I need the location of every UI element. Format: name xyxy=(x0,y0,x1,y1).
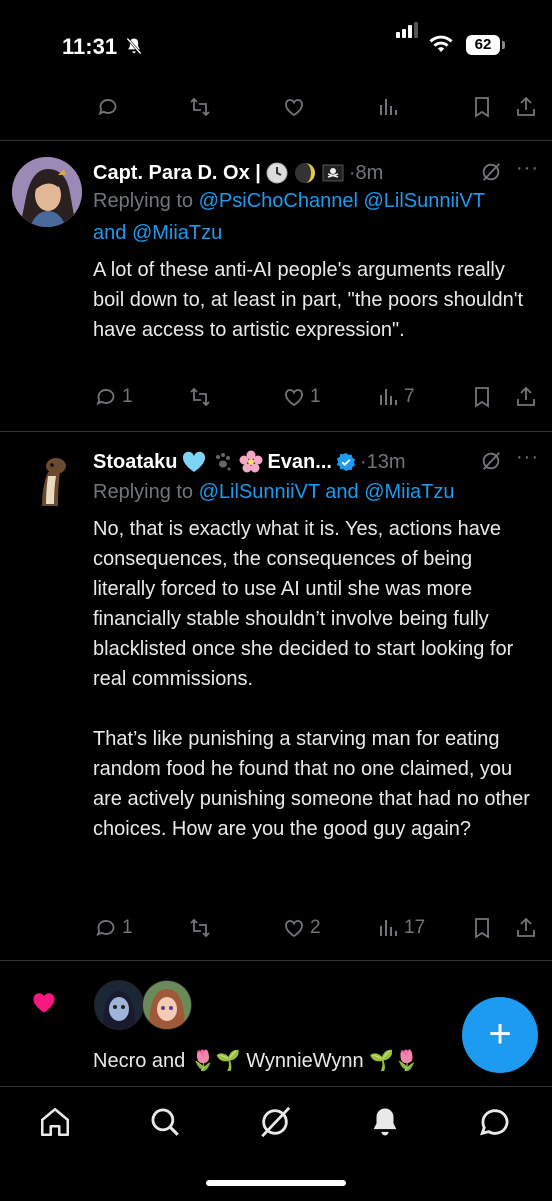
like-count: 1 xyxy=(310,386,321,407)
moon-emoji-icon xyxy=(294,163,315,183)
avatar[interactable] xyxy=(142,980,192,1030)
view-count: 17 xyxy=(404,917,426,938)
light-blue-heart-emoji-icon xyxy=(183,451,206,472)
plus-icon: + xyxy=(488,1012,512,1056)
clock-emoji-icon xyxy=(266,162,288,184)
repost-icon xyxy=(190,387,210,407)
tweet[interactable]: Capt. Para D. Ox | ·8m ··· Replying to @… xyxy=(0,141,552,431)
author-line: Stoataku Evan... ·13m xyxy=(93,450,406,474)
avatar[interactable] xyxy=(12,157,82,227)
like-count: 2 xyxy=(310,917,321,938)
avatar[interactable] xyxy=(94,980,144,1030)
reply-icon xyxy=(96,389,115,406)
home-icon[interactable] xyxy=(38,1105,72,1139)
bookmark-icon xyxy=(475,387,489,408)
like-button[interactable] xyxy=(282,95,306,119)
author-name[interactable]: Capt. Para D. Ox | xyxy=(93,162,261,185)
reply-button[interactable] xyxy=(96,95,120,119)
views-button[interactable]: 17 xyxy=(376,916,425,940)
grok-icon[interactable] xyxy=(480,450,502,472)
replying-to: Replying to @PsiChoChannel @LilSunniiVT … xyxy=(93,190,485,244)
views-button[interactable]: 7 xyxy=(376,385,415,409)
timestamp: ·13m xyxy=(359,450,406,473)
status-time: 11:31 xyxy=(62,34,118,59)
repost-icon xyxy=(190,97,210,117)
grok-tab-icon[interactable] xyxy=(258,1105,292,1139)
mention-link[interactable]: @LilSunniiVT and @MiiaTzu xyxy=(199,481,455,503)
repost-button[interactable] xyxy=(188,916,212,940)
paw-prints-emoji-icon xyxy=(216,453,231,471)
messages-icon[interactable] xyxy=(478,1105,512,1139)
search-icon[interactable] xyxy=(148,1105,182,1139)
bookmark-button[interactable] xyxy=(470,385,494,409)
bookmark-button[interactable] xyxy=(470,916,494,940)
home-indicator xyxy=(206,1180,346,1186)
replying-to: Replying to @LilSunniiVT and @MiiaTzu xyxy=(93,481,455,503)
repost-button[interactable] xyxy=(188,95,212,119)
reply-button[interactable]: 1 xyxy=(94,916,133,940)
previous-tweet-actions xyxy=(0,95,552,125)
avatar[interactable] xyxy=(12,446,82,516)
wifi-icon xyxy=(429,35,453,52)
verified-badge-icon xyxy=(336,452,356,472)
pirate-flag-emoji-icon xyxy=(322,164,344,182)
notifications-bell-icon[interactable] xyxy=(368,1105,402,1139)
repost-icon xyxy=(190,918,210,938)
tweet-actions: 1 2 17 xyxy=(0,916,552,946)
share-icon xyxy=(517,917,535,937)
liked-by-text: Necro and 🌷🌱 WynnieWynn 🌱🌷 xyxy=(93,1050,420,1072)
tweet-text: No, that is exactly what it is. Yes, act… xyxy=(93,518,530,840)
analytics-icon xyxy=(380,389,397,405)
share-icon xyxy=(517,386,535,406)
share-button[interactable] xyxy=(514,95,538,119)
like-button[interactable]: 1 xyxy=(282,385,321,409)
share-button[interactable] xyxy=(514,916,538,940)
heart-icon xyxy=(285,389,303,407)
bookmark-button[interactable] xyxy=(470,95,494,119)
compose-button[interactable]: + xyxy=(462,997,538,1073)
heart-filled-icon xyxy=(33,993,55,1013)
more-icon[interactable]: ··· xyxy=(516,446,539,469)
more-icon[interactable]: ··· xyxy=(516,157,539,180)
reply-count: 1 xyxy=(122,917,133,938)
bookmark-icon xyxy=(475,97,489,118)
status-bar: 11:31 62 xyxy=(0,0,552,90)
grok-icon[interactable] xyxy=(480,161,502,183)
heart-icon xyxy=(285,920,303,938)
mention-link[interactable]: @PsiChoChannel @LilSunniiVT xyxy=(199,190,485,212)
share-button[interactable] xyxy=(514,385,538,409)
view-count: 7 xyxy=(404,386,415,407)
bell-off-icon xyxy=(126,37,142,55)
analytics-icon xyxy=(380,920,397,936)
share-icon xyxy=(517,96,535,116)
views-button[interactable] xyxy=(376,95,400,119)
author-name[interactable]: Stoataku xyxy=(93,451,177,474)
cherry-blossom-emoji-icon xyxy=(239,450,263,473)
divider xyxy=(0,960,552,961)
reply-count: 1 xyxy=(122,386,133,407)
analytics-icon xyxy=(380,99,397,115)
heart-icon xyxy=(285,99,303,117)
timestamp: ·8m xyxy=(348,161,384,184)
repost-button[interactable] xyxy=(188,385,212,409)
reply-icon xyxy=(96,920,115,937)
tweet[interactable]: Stoataku Evan... ·13m ··· Replying to @L… xyxy=(0,432,552,960)
reply-button[interactable]: 1 xyxy=(94,385,133,409)
author-name-suffix: Evan... xyxy=(267,450,332,473)
tweet-text: A lot of these anti-AI people's argument… xyxy=(93,259,529,341)
author-line: Capt. Para D. Ox | ·8m xyxy=(93,161,383,185)
reply-icon xyxy=(98,99,117,116)
bookmark-icon xyxy=(475,918,489,939)
battery-indicator: 62 xyxy=(466,35,500,55)
like-button[interactable]: 2 xyxy=(282,916,321,940)
mention-link[interactable]: @MiiaTzu xyxy=(132,222,222,244)
tweet-actions: 1 1 7 xyxy=(0,385,552,415)
